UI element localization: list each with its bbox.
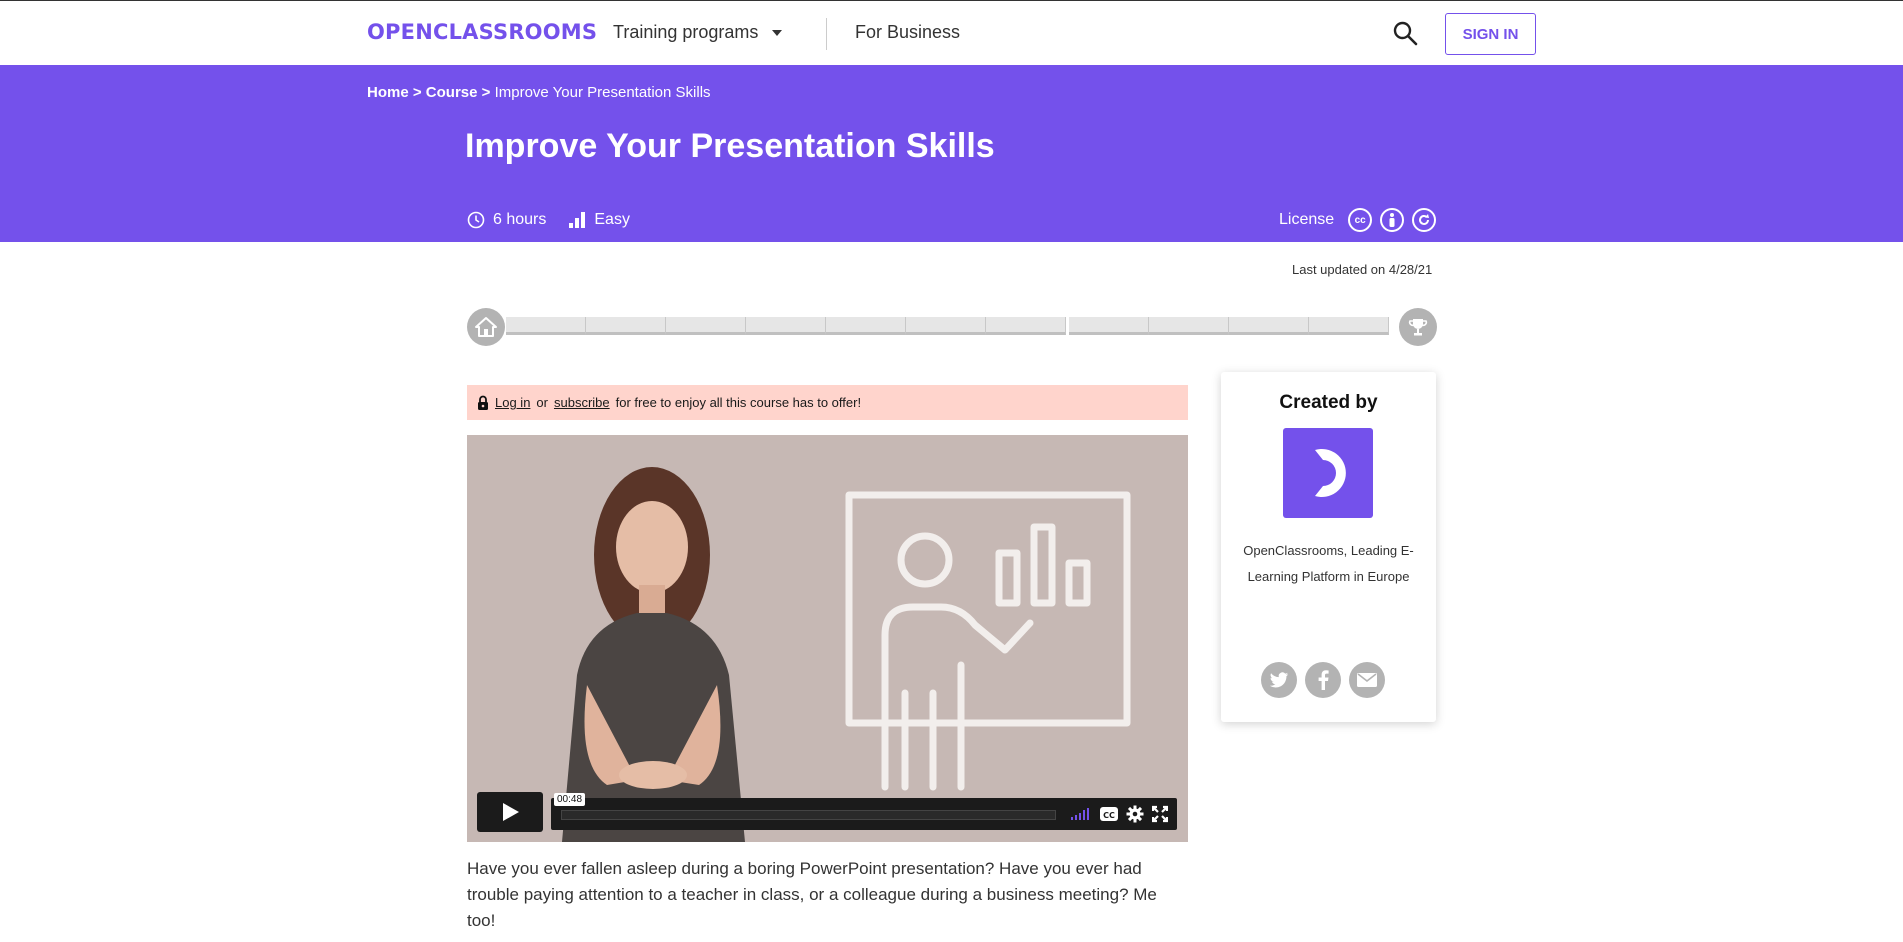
play-icon xyxy=(503,803,519,821)
clock-icon xyxy=(467,211,485,229)
play-button[interactable] xyxy=(477,792,543,832)
training-programs-menu[interactable]: Training programs xyxy=(613,22,783,43)
difficulty-text: Easy xyxy=(594,211,630,228)
training-programs-label: Training programs xyxy=(613,22,759,42)
search-icon[interactable] xyxy=(1392,20,1418,46)
fullscreen-icon[interactable] xyxy=(1152,805,1168,823)
course-intro-text: Have you ever fallen asleep during a bor… xyxy=(467,859,1157,930)
volume-bar xyxy=(1071,817,1073,820)
course-video[interactable]: 00:48 CC xyxy=(467,435,1188,842)
twitter-icon[interactable] xyxy=(1261,662,1297,698)
top-navigation: OPENCLASSROOMS Training programs For Bus… xyxy=(0,0,1903,65)
progress-step[interactable] xyxy=(986,317,1066,335)
volume-icon[interactable] xyxy=(1071,808,1089,820)
volume-bar xyxy=(1079,812,1081,820)
breadcrumb-separator: > xyxy=(412,84,422,101)
svg-text:CC: CC xyxy=(1103,811,1115,820)
volume-bar xyxy=(1083,810,1085,820)
sign-in-button[interactable]: SIGN IN xyxy=(1445,13,1536,55)
alert-or: or xyxy=(536,395,548,410)
sa-icon xyxy=(1412,208,1437,232)
share-buttons xyxy=(1261,662,1385,698)
progress-step[interactable] xyxy=(1229,317,1309,335)
progress-step[interactable] xyxy=(506,317,586,335)
alert-text: for free to enjoy all this course has to… xyxy=(615,395,862,410)
breadcrumb-home[interactable]: Home xyxy=(367,84,409,101)
nav-divider xyxy=(826,18,827,50)
video-scrubber[interactable]: 00:48 xyxy=(554,793,1056,820)
progress-track xyxy=(506,317,1389,335)
difficulty-bars-icon xyxy=(569,212,586,228)
home-icon[interactable] xyxy=(467,308,505,346)
caret-down-icon xyxy=(772,29,783,36)
facebook-icon[interactable] xyxy=(1305,662,1341,698)
lock-icon xyxy=(478,395,488,410)
video-thumbnail xyxy=(562,467,1131,842)
course-duration: 6 hours xyxy=(467,211,546,229)
subscribe-link[interactable]: subscribe xyxy=(554,395,610,410)
breadcrumb: Home > Course > Improve Your Presentatio… xyxy=(367,84,711,101)
trophy-icon[interactable] xyxy=(1399,308,1437,346)
cc-icon: cc xyxy=(1348,208,1373,232)
course-progress xyxy=(467,308,1437,346)
log-in-link[interactable]: Log in xyxy=(495,395,530,410)
video-control-bar: 00:48 CC xyxy=(551,793,1177,830)
progress-step[interactable] xyxy=(826,317,906,335)
breadcrumb-course[interactable]: Course xyxy=(426,84,478,101)
duration-text: 6 hours xyxy=(493,211,547,228)
email-icon[interactable] xyxy=(1349,662,1385,698)
license-label: License xyxy=(1279,211,1335,228)
openclassrooms-logo[interactable]: OPENCLASSROOMS xyxy=(367,20,597,44)
course-difficulty: Easy xyxy=(568,211,630,229)
time-tooltip: 00:48 xyxy=(554,793,586,806)
creator-description: OpenClassrooms, Leading E-Learning Platf… xyxy=(1243,543,1414,584)
license-info[interactable]: License cc xyxy=(1279,208,1437,232)
progress-step[interactable] xyxy=(906,317,986,335)
last-updated: Last updated on 4/28/21 xyxy=(1292,262,1433,277)
video-controls: 00:48 CC xyxy=(477,792,1177,832)
course-meta: 6 hours Easy xyxy=(467,211,652,229)
progress-step[interactable] xyxy=(1149,317,1229,335)
progress-step[interactable] xyxy=(1069,317,1149,335)
creator-logo[interactable] xyxy=(1283,428,1373,518)
by-icon xyxy=(1380,208,1405,232)
breadcrumb-separator: > xyxy=(481,84,491,101)
creator-card: Created by OpenClassrooms, Leading E-Lea… xyxy=(1221,372,1436,722)
settings-icon[interactable] xyxy=(1126,805,1144,823)
progress-step[interactable] xyxy=(746,317,826,335)
for-business-link[interactable]: For Business xyxy=(855,22,960,43)
created-by-heading: Created by xyxy=(1279,392,1378,413)
subscribe-alert: Log in or subscribe for free to enjoy al… xyxy=(467,385,1188,420)
page-title: Improve Your Presentation Skills xyxy=(465,127,995,165)
progress-step[interactable] xyxy=(1309,317,1389,335)
captions-icon[interactable]: CC xyxy=(1099,805,1119,823)
course-header: Home > Course > Improve Your Presentatio… xyxy=(0,65,1903,242)
progress-step[interactable] xyxy=(586,317,666,335)
breadcrumb-current: Improve Your Presentation Skills xyxy=(494,84,711,101)
volume-bar xyxy=(1087,808,1089,820)
volume-bar xyxy=(1075,814,1077,820)
progress-step[interactable] xyxy=(666,317,746,335)
